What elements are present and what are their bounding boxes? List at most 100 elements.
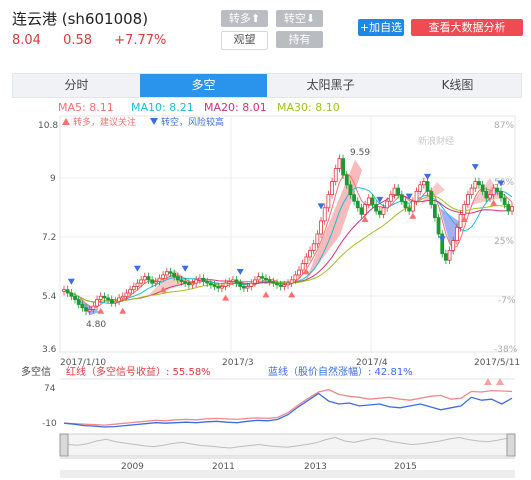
candle — [80, 304, 85, 309]
navigator-right-handle[interactable] — [506, 433, 516, 457]
candle — [499, 190, 503, 199]
y-tick: 3.6 — [42, 345, 57, 355]
candle — [410, 200, 415, 212]
y-tick: 9 — [50, 174, 56, 184]
candle — [175, 276, 180, 281]
candle — [135, 282, 140, 287]
candle — [172, 272, 177, 278]
candle — [113, 300, 118, 304]
candle — [65, 289, 70, 294]
candle — [286, 282, 290, 286]
candle — [293, 274, 298, 281]
lower-y-tick: 74 — [44, 384, 56, 394]
candle — [216, 286, 221, 289]
lower-lines — [63, 388, 513, 428]
candle — [84, 307, 88, 312]
candle — [208, 282, 213, 286]
chart-area: 10.8 9 7.2 5.4 3.6 87% 56% 25% -7% -38% … — [21, 115, 520, 478]
candle — [506, 204, 511, 212]
candle — [91, 305, 96, 310]
candle — [432, 204, 437, 219]
candle — [183, 281, 188, 284]
candle — [355, 200, 360, 209]
candle — [245, 286, 250, 289]
candle — [363, 204, 368, 215]
candle — [117, 297, 121, 302]
candle — [227, 281, 232, 284]
candle — [194, 279, 199, 284]
bull-signal-marker — [409, 212, 417, 219]
navigator-frame[interactable] — [59, 433, 516, 457]
candle — [264, 277, 268, 281]
candle — [102, 295, 107, 299]
bear-signal-marker — [67, 278, 75, 285]
candle — [436, 217, 441, 235]
candle — [106, 297, 110, 300]
bear-signal-marker — [471, 164, 479, 171]
candle — [212, 284, 217, 287]
candle — [109, 299, 114, 304]
lower-panel-title: 多空信 — [21, 365, 51, 378]
candle — [62, 289, 66, 292]
bull-legend-text: 转多，建议关注 — [73, 116, 136, 128]
candle — [388, 194, 393, 202]
candle — [399, 194, 404, 202]
navigator-left-handle[interactable] — [59, 433, 69, 457]
x-tick: 2017/3 — [222, 358, 254, 368]
candle — [139, 279, 144, 284]
candle — [359, 207, 364, 215]
candle — [473, 181, 478, 189]
horizontal-scrollbar[interactable] — [60, 470, 515, 478]
candle — [190, 282, 195, 286]
candle — [444, 253, 448, 261]
candle — [403, 200, 408, 209]
candle — [480, 184, 485, 192]
bull-signal-marker — [288, 291, 296, 298]
candle — [242, 286, 246, 289]
candle — [311, 243, 316, 251]
bear-triangle-icon — [150, 118, 158, 125]
bear-legend-text: 转空，风险较高 — [161, 116, 224, 128]
y-tick: 5.4 — [42, 292, 57, 302]
candle — [421, 181, 426, 186]
candle — [238, 282, 243, 287]
bear-signal-marker — [181, 265, 189, 272]
candle — [267, 279, 272, 282]
x-tick: 2017/5/11 — [474, 358, 520, 368]
candle — [429, 190, 434, 205]
candle — [366, 197, 371, 205]
candle — [510, 206, 514, 212]
candle — [278, 284, 283, 287]
candle — [396, 187, 401, 196]
y-right-tick: 25% — [494, 237, 514, 247]
candle — [282, 284, 287, 287]
candle — [271, 281, 276, 284]
candle — [385, 200, 390, 209]
red-line — [63, 388, 513, 426]
candle — [150, 279, 155, 284]
candle — [142, 276, 147, 281]
candle — [87, 308, 92, 312]
candle — [161, 274, 166, 279]
candle — [466, 194, 470, 205]
candle — [179, 279, 184, 282]
candle — [231, 279, 235, 282]
high-annotation: 9.59 — [350, 148, 370, 158]
candle — [491, 187, 496, 196]
y-axis-left: 10.8 9 7.2 5.4 3.6 — [38, 121, 58, 355]
y-tick: 10.8 — [38, 121, 58, 131]
candle — [120, 295, 125, 299]
candle — [76, 299, 81, 305]
candle — [234, 279, 239, 284]
candle — [168, 271, 173, 274]
candle — [377, 210, 382, 215]
bull-signal-marker — [490, 199, 498, 206]
candle — [205, 281, 210, 284]
candle — [352, 194, 356, 202]
candle — [455, 227, 459, 241]
candle — [392, 187, 397, 196]
candle — [69, 292, 74, 297]
candle — [381, 207, 386, 215]
candle — [128, 289, 132, 294]
red-line-label: 红线（多空信号收益）: 55.58% — [66, 365, 211, 378]
